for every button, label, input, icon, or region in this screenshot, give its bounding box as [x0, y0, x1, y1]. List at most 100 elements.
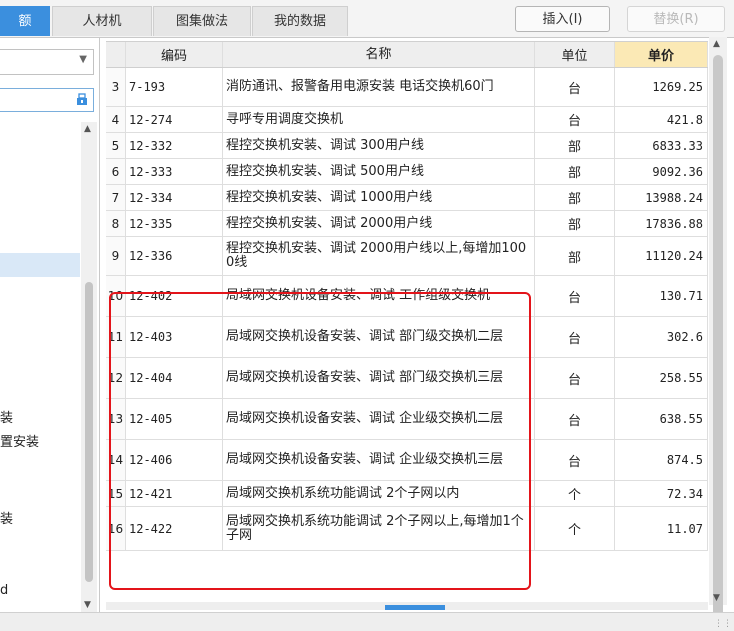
tree-item[interactable]: 置安装 [0, 431, 39, 450]
table-row[interactable]: 8 12-335 程控交换机安装、调试 2000用户线部 17836.88 [106, 211, 708, 237]
row-price[interactable]: 258.55 [615, 358, 708, 398]
category-dropdown[interactable]: ▼ [0, 49, 94, 75]
row-name[interactable]: 局域网交换机设备安装、调试 工作组级交换机 [223, 276, 535, 316]
row-price[interactable]: 6833.33 [615, 133, 708, 158]
table-row[interactable]: 16 12-422 局域网交换机系统功能调试 2个子网以上,每增加1个子网个 11.0… [106, 507, 708, 551]
table-row[interactable]: 9 12-336 程控交换机安装、调试 2000用户线以上,每增加1000线部 111… [106, 237, 708, 276]
row-name[interactable]: 局域网交换机设备安装、调试 企业级交换机二层 [223, 399, 535, 439]
scroll-thumb[interactable] [85, 282, 93, 582]
row-index[interactable]: 13 [106, 399, 126, 439]
row-code[interactable]: 12-334 [126, 185, 223, 210]
row-index[interactable]: 10 [106, 276, 126, 316]
panel-splitter-handle[interactable] [385, 605, 445, 610]
row-unit[interactable]: 部 [535, 159, 615, 184]
row-code[interactable]: 12-422 [126, 507, 223, 550]
row-price[interactable]: 11120.24 [615, 237, 708, 275]
row-name[interactable]: 局域网交换机系统功能调试 2个子网以内 [223, 481, 535, 506]
row-name[interactable]: 局域网交换机设备安装、调试 部门级交换机二层 [223, 317, 535, 357]
table-row[interactable]: 12 12-404 局域网交换机设备安装、调试 部门级交换机三层台 258.55 [106, 358, 708, 399]
row-unit[interactable]: 台 [535, 358, 615, 398]
resize-grip-icon[interactable]: ⋮⋮ [714, 619, 732, 629]
row-code[interactable]: 12-336 [126, 237, 223, 275]
table-row[interactable]: 15 12-421 局域网交换机系统功能调试 2个子网以内个 72.34 [106, 481, 708, 507]
table-row[interactable]: 6 12-333 程控交换机安装、调试 500用户线部 9092.36 [106, 159, 708, 185]
tree-item[interactable]: d [0, 583, 8, 598]
row-code[interactable]: 12-335 [126, 211, 223, 236]
row-code[interactable]: 12-333 [126, 159, 223, 184]
row-unit[interactable]: 部 [535, 185, 615, 210]
row-code[interactable]: 12-406 [126, 440, 223, 480]
row-unit[interactable]: 台 [535, 68, 615, 106]
search-input[interactable] [0, 88, 94, 112]
header-code[interactable]: 编码 [126, 42, 223, 67]
row-index[interactable]: 11 [106, 317, 126, 357]
row-name[interactable]: 局域网交换机设备安装、调试 部门级交换机三层 [223, 358, 535, 398]
table-row[interactable]: 14 12-406 局域网交换机设备安装、调试 企业级交换机三层台 874.5 [106, 440, 708, 481]
table-row[interactable]: 4 12-274 寻呼专用调度交换机台 421.8 [106, 107, 708, 133]
left-scrollbar[interactable]: ▲ ▼ [81, 122, 97, 612]
row-index[interactable]: 3 [106, 68, 126, 106]
header-price[interactable]: 单价 [615, 42, 708, 67]
row-price[interactable]: 874.5 [615, 440, 708, 480]
row-name[interactable]: 程控交换机安装、调试 2000用户线以上,每增加1000线 [223, 237, 535, 275]
row-index[interactable]: 7 [106, 185, 126, 210]
row-unit[interactable]: 个 [535, 481, 615, 506]
tab-my-data[interactable]: 我的数据 [252, 6, 348, 36]
row-price[interactable]: 17836.88 [615, 211, 708, 236]
row-price[interactable]: 9092.36 [615, 159, 708, 184]
row-name[interactable]: 消防通讯、报警备用电源安装 电话交换机60门 [223, 68, 535, 106]
scroll-thumb[interactable] [713, 55, 723, 621]
row-name[interactable]: 程控交换机安装、调试 1000用户线 [223, 185, 535, 210]
tree-item[interactable]: 装 [0, 407, 13, 426]
row-price[interactable]: 130.71 [615, 276, 708, 316]
row-code[interactable]: 12-404 [126, 358, 223, 398]
header-unit[interactable]: 单位 [535, 42, 615, 67]
row-index[interactable]: 9 [106, 237, 126, 275]
scroll-up-icon[interactable]: ▲ [713, 39, 720, 49]
table-row[interactable]: 3 7-193 消防通讯、报警备用电源安装 电话交换机60门台 1269.25 [106, 68, 708, 107]
table-row[interactable]: 13 12-405 局域网交换机设备安装、调试 企业级交换机二层台 638.55 [106, 399, 708, 440]
row-unit[interactable]: 台 [535, 399, 615, 439]
row-price[interactable]: 421.8 [615, 107, 708, 132]
row-index[interactable]: 12 [106, 358, 126, 398]
row-code[interactable]: 12-421 [126, 481, 223, 506]
row-name[interactable]: 局域网交换机设备安装、调试 企业级交换机三层 [223, 440, 535, 480]
row-code[interactable]: 12-402 [126, 276, 223, 316]
row-name[interactable]: 程控交换机安装、调试 500用户线 [223, 159, 535, 184]
row-price[interactable]: 72.34 [615, 481, 708, 506]
scroll-down-icon[interactable]: ▼ [713, 593, 720, 603]
row-unit[interactable]: 台 [535, 107, 615, 132]
chevron-down-icon[interactable]: ▼ [79, 54, 87, 65]
row-unit[interactable]: 台 [535, 317, 615, 357]
table-row[interactable]: 11 12-403 局域网交换机设备安装、调试 部门级交换机二层台 302.6 [106, 317, 708, 358]
row-name[interactable]: 寻呼专用调度交换机 [223, 107, 535, 132]
tab-materials[interactable]: 人材机 [52, 6, 152, 36]
row-index[interactable]: 4 [106, 107, 126, 132]
row-price[interactable]: 11.07 [615, 507, 708, 550]
row-name[interactable]: 程控交换机安装、调试 2000用户线 [223, 211, 535, 236]
row-index[interactable]: 14 [106, 440, 126, 480]
row-code[interactable]: 12-403 [126, 317, 223, 357]
header-name[interactable]: 名称 [223, 42, 535, 67]
tree-selected-row[interactable] [0, 253, 80, 277]
row-index[interactable]: 5 [106, 133, 126, 158]
search-library-icon[interactable] [75, 92, 89, 106]
row-index[interactable]: 8 [106, 211, 126, 236]
tab-quota[interactable]: 额 [0, 6, 50, 36]
row-index[interactable]: 16 [106, 507, 126, 550]
row-index[interactable]: 15 [106, 481, 126, 506]
row-price[interactable]: 1269.25 [615, 68, 708, 106]
row-unit[interactable]: 台 [535, 276, 615, 316]
row-code[interactable]: 12-405 [126, 399, 223, 439]
row-unit[interactable]: 部 [535, 133, 615, 158]
row-code[interactable]: 7-193 [126, 68, 223, 106]
row-price[interactable]: 638.55 [615, 399, 708, 439]
scroll-down-icon[interactable]: ▼ [84, 600, 91, 610]
row-name[interactable]: 局域网交换机系统功能调试 2个子网以上,每增加1个子网 [223, 507, 535, 550]
row-unit[interactable]: 台 [535, 440, 615, 480]
table-row[interactable]: 5 12-332 程控交换机安装、调试 300用户线部 6833.33 [106, 133, 708, 159]
row-unit[interactable]: 部 [535, 211, 615, 236]
tab-atlas-methods[interactable]: 图集做法 [153, 6, 251, 36]
tree-item[interactable]: 装 [0, 508, 13, 527]
table-scrollbar[interactable]: ▲ ▼ [709, 37, 727, 621]
